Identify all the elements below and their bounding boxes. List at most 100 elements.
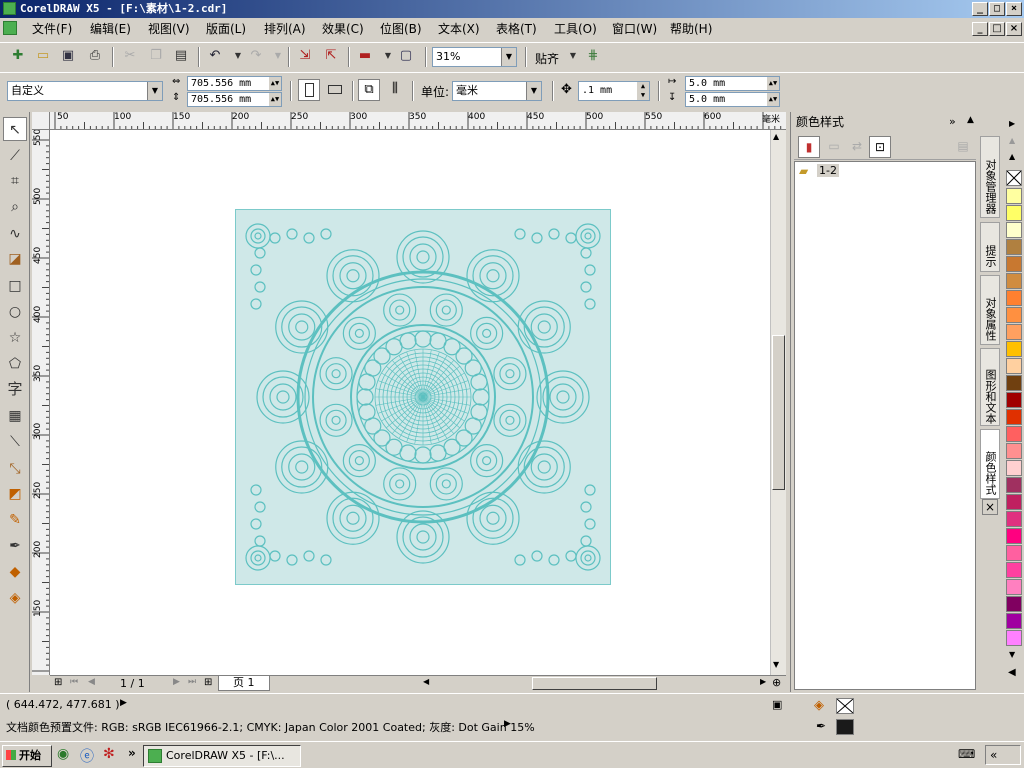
menu-arrange[interactable]: 排列(A)	[264, 21, 306, 37]
maximize-button[interactable]: □	[989, 2, 1005, 16]
spin-arrows-icon[interactable]: ▲▼	[269, 93, 281, 106]
color-swatch[interactable]	[1006, 205, 1022, 221]
undo-dropdown-icon[interactable]: ▼	[228, 46, 248, 66]
no-color-swatch[interactable]	[1006, 170, 1022, 186]
cut-icon[interactable]: ✂	[120, 46, 140, 66]
color-swatch[interactable]	[1006, 511, 1022, 527]
paste-icon[interactable]: ▤	[171, 46, 191, 66]
scroll-right-icon[interactable]: ▶	[760, 677, 766, 686]
chevron-down-icon[interactable]: ▼	[147, 82, 162, 100]
spin-arrows-icon[interactable]: ▲▼	[767, 77, 779, 90]
vertical-scroll-thumb[interactable]	[772, 335, 785, 490]
dimension-tool-icon[interactable]: ⟍	[3, 430, 27, 454]
color-swatch[interactable]	[1006, 256, 1022, 272]
redo-icon[interactable]: ↷	[246, 46, 266, 66]
start-button[interactable]: 开始	[2, 745, 52, 767]
quicklaunch-more-icon[interactable]: »	[128, 746, 136, 760]
zoom-tool-icon[interactable]: ⌕	[3, 195, 27, 219]
outline-pen-tool-icon[interactable]: ✒	[3, 534, 27, 558]
rectangle-tool-icon[interactable]: □	[3, 274, 27, 298]
color-swatch[interactable]	[1006, 562, 1022, 578]
color-swatch[interactable]	[1006, 409, 1022, 425]
color-swatch[interactable]	[1006, 324, 1022, 340]
last-page-icon[interactable]: ⏭	[188, 677, 196, 687]
tab-object-properties[interactable]: 对象属性	[980, 275, 1000, 345]
menu-table[interactable]: 表格(T)	[496, 21, 537, 37]
pick-tool-icon[interactable]: ↖	[3, 117, 27, 141]
ie-quicklaunch-icon[interactable]: ⓔ	[80, 746, 94, 766]
scroll-up-icon[interactable]: ▲	[773, 132, 779, 141]
duplicate-x-field[interactable]: 5.0 mm ▲▼	[685, 76, 780, 91]
tree-item-1-2[interactable]: 1-2	[817, 164, 839, 177]
next-page-icon[interactable]: ▶	[173, 677, 180, 687]
paper-preset-select[interactable]: 自定义 ▼	[7, 81, 163, 101]
ruler-origin[interactable]	[32, 112, 50, 130]
color-swatch[interactable]	[1006, 426, 1022, 442]
redo-dropdown-icon[interactable]: ▼	[268, 46, 288, 66]
launcher-dropdown-icon[interactable]: ▼	[378, 46, 398, 66]
current-page-icon[interactable]: ⫼	[384, 79, 406, 101]
palette-scroll-up-icon[interactable]: ▲	[1009, 152, 1015, 161]
outline-swatch[interactable]	[836, 719, 854, 735]
spin-arrows-icon[interactable]: ▲▼	[269, 77, 281, 90]
table-tool-icon[interactable]: ▦	[3, 404, 27, 428]
color-swatch[interactable]	[1006, 579, 1022, 595]
menu-file[interactable]: 文件(F)	[32, 21, 72, 37]
edit-color-icon[interactable]: ⇄	[846, 136, 868, 158]
spin-arrows-icon[interactable]: ▲▼	[637, 82, 649, 100]
color-swatch[interactable]	[1006, 596, 1022, 612]
first-page-icon[interactable]: ⏮	[70, 677, 78, 687]
landscape-button[interactable]	[324, 79, 346, 101]
color-swatch[interactable]	[1006, 630, 1022, 646]
color-swatch[interactable]	[1006, 545, 1022, 561]
menu-text[interactable]: 文本(X)	[438, 21, 480, 37]
blend-tool-icon[interactable]: ◩	[3, 482, 27, 506]
print-icon[interactable]: ⎙	[85, 46, 105, 66]
save-icon[interactable]: ▣	[58, 46, 78, 66]
menu-effects[interactable]: 效果(C)	[322, 21, 364, 37]
color-swatch[interactable]	[1006, 273, 1022, 289]
options-icon[interactable]: ⋕	[583, 46, 603, 66]
tab-hints[interactable]: 提示	[980, 222, 1000, 272]
horizontal-ruler[interactable]: 50 100 150 200 250 300 350 400 450 500 5…	[50, 112, 786, 130]
eyedropper-tool-icon[interactable]: ✎	[3, 508, 27, 532]
color-styles-tree[interactable]: ▰ 1-2	[794, 161, 976, 690]
units-select[interactable]: 毫米 ▼	[452, 81, 542, 101]
smart-fill-tool-icon[interactable]: ◪	[3, 247, 27, 271]
spin-arrows-icon[interactable]: ▲▼	[767, 93, 779, 106]
new-color-style-icon[interactable]: ▮	[798, 136, 820, 158]
basic-shapes-tool-icon[interactable]: ⬠	[3, 352, 27, 376]
status-expand-icon[interactable]: ▶	[120, 698, 127, 708]
vertical-ruler[interactable]: 550 500 450 400 350 300 250 200 150	[32, 130, 50, 675]
horizontal-scroll-thumb[interactable]	[532, 677, 657, 690]
connector-tool-icon[interactable]: ⤡	[3, 457, 27, 481]
portrait-button[interactable]	[298, 79, 320, 101]
chevron-down-icon[interactable]: ▼	[501, 48, 516, 66]
color-swatch[interactable]	[1006, 222, 1022, 238]
previous-page-icon[interactable]: ◀	[88, 677, 95, 687]
color-swatch[interactable]	[1006, 188, 1022, 204]
doc-minimize-button[interactable]: _	[972, 22, 988, 36]
fill-swatch[interactable]	[836, 698, 854, 714]
menu-view[interactable]: 视图(V)	[148, 21, 190, 37]
new-document-icon[interactable]: ✚	[8, 46, 28, 66]
coreldraw-task-button[interactable]: CorelDRAW X5 - [F:\...	[143, 745, 301, 767]
app-quicklaunch-icon[interactable]: ✻	[103, 746, 115, 762]
palette-expand-icon[interactable]: ◀	[1008, 667, 1016, 678]
menu-tools[interactable]: 工具(O)	[554, 21, 597, 37]
all-pages-icon[interactable]: ⧉	[358, 79, 380, 101]
navigator-zoom-icon[interactable]: ⊕	[772, 676, 781, 689]
docker-collapse-icon[interactable]: ▲	[967, 115, 974, 125]
vertical-scrollbar[interactable]: ▲ ▼	[770, 130, 786, 675]
page-width-field[interactable]: 705.556 mm ▲▼	[187, 76, 282, 91]
menu-layout[interactable]: 版面(L)	[206, 21, 246, 37]
text-tool-icon[interactable]: 字	[3, 377, 27, 401]
delete-style-icon[interactable]: ▤	[952, 136, 974, 158]
new-child-color-icon[interactable]: ▭	[823, 136, 845, 158]
page-tab-1[interactable]: 页 1	[218, 676, 270, 691]
browser-quicklaunch-icon[interactable]: ◉	[57, 746, 69, 762]
color-swatch[interactable]	[1006, 494, 1022, 510]
zoom-level-select[interactable]: 31% ▼	[432, 47, 517, 67]
scroll-left-icon[interactable]: ◀	[423, 677, 429, 686]
open-folder-icon[interactable]: ▭	[33, 46, 53, 66]
